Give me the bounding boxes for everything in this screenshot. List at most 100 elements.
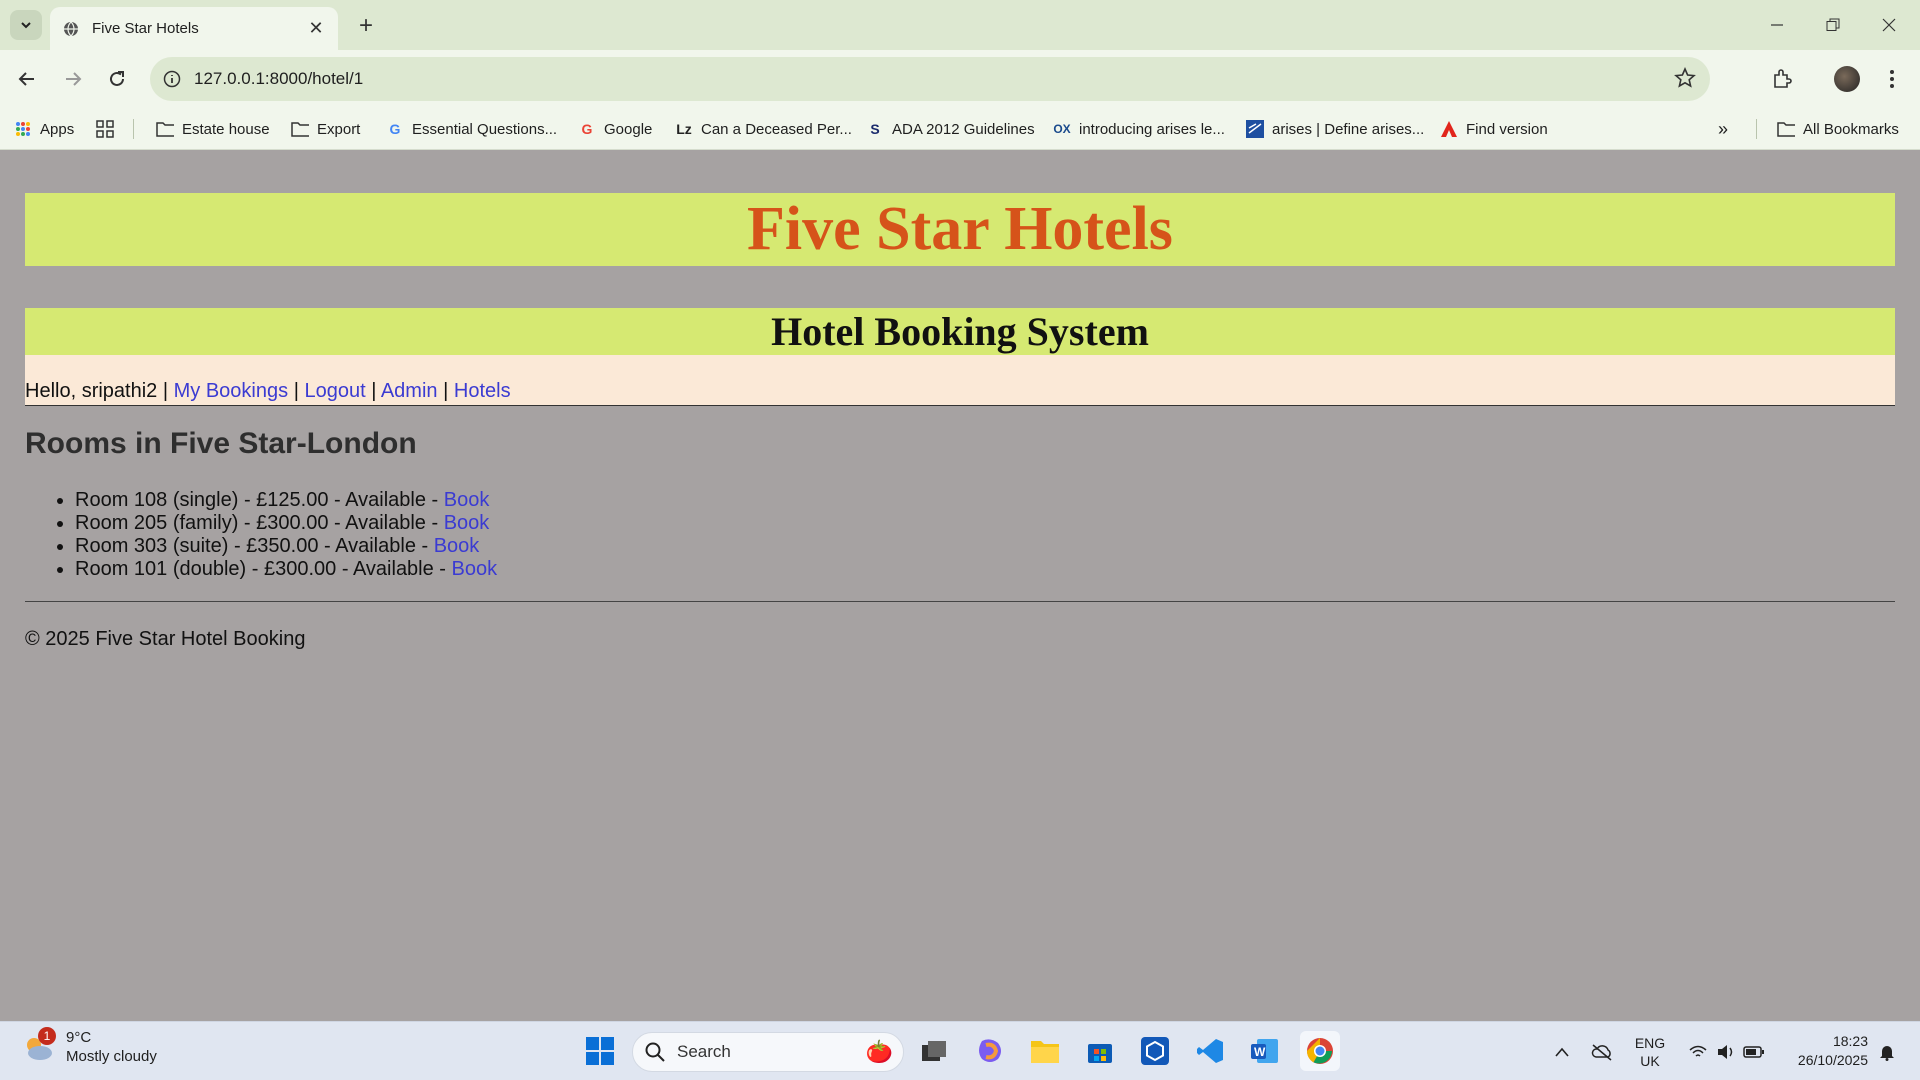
browser-title-bar: Five Star Hotels ✕ + [0, 0, 1920, 50]
restore-button[interactable] [1808, 8, 1858, 42]
search-icon [645, 1042, 665, 1062]
bookmark-ada-guidelines[interactable]: S ADA 2012 Guidelines [866, 108, 1034, 150]
room-list-item: Room 101 (double) - £300.00 - Available … [75, 558, 497, 581]
hotels-link[interactable]: Hotels [454, 380, 511, 402]
volume-icon[interactable] [1712, 1022, 1740, 1080]
word-icon: W [1251, 1039, 1278, 1063]
folder-icon [1031, 1041, 1059, 1063]
bookmark-grid[interactable] [96, 108, 122, 150]
dev-app-button[interactable] [1135, 1031, 1175, 1071]
book-room-108-link[interactable]: Book [444, 489, 490, 511]
bookmarks-bar: Apps Estate house Export G Essential Que… [0, 108, 1920, 150]
ada-icon: S [870, 121, 880, 137]
reload-button[interactable] [100, 62, 134, 96]
clock-time: 18:23 [1832, 1033, 1868, 1049]
weather-badge: 1 [38, 1027, 56, 1045]
logout-link[interactable]: Logout [304, 380, 365, 402]
extensions-button[interactable] [1765, 62, 1799, 96]
bookmark-star-icon[interactable] [1674, 66, 1696, 94]
search-highlight-icon: 🍅 [865, 1039, 893, 1064]
bookmark-separator [133, 119, 134, 139]
url-text: 127.0.0.1:8000/hotel/1 [194, 69, 364, 88]
footer-text: © 2025 Five Star Hotel Booking [25, 628, 306, 650]
profile-avatar[interactable] [1830, 62, 1864, 96]
bookmark-arises-define[interactable]: arises | Define arises... [1246, 108, 1424, 150]
greeting-text: Hello, sripathi2 [25, 380, 158, 402]
store-icon [1088, 1044, 1112, 1063]
language-indicator[interactable]: ENG UK [1630, 1022, 1670, 1080]
user-nav-bar: Hello, sripathi2 | My Bookings | Logout … [25, 355, 1895, 406]
all-bookmarks-button[interactable]: All Bookmarks [1777, 108, 1899, 150]
copilot-button[interactable] [970, 1031, 1010, 1071]
cube-icon [1141, 1037, 1169, 1065]
battery-icon[interactable] [1740, 1022, 1768, 1080]
dictionary-icon [1246, 120, 1264, 138]
tab-title: Five Star Hotels [92, 20, 199, 37]
browser-toolbar: 127.0.0.1:8000/hotel/1 [0, 50, 1920, 108]
bookmark-find-version[interactable]: Find version [1440, 108, 1548, 150]
bookmark-introducing-arises[interactable]: OX introducing arises le... [1053, 108, 1225, 150]
puzzle-icon [1774, 69, 1792, 88]
bookmark-export[interactable]: Export [291, 108, 360, 150]
weather-widget[interactable]: 1 9°C Mostly cloudy [20, 1027, 157, 1066]
back-button[interactable] [10, 62, 44, 96]
bookmark-google[interactable]: G Google [578, 108, 653, 150]
folder-icon [291, 120, 309, 138]
google-icon: G [581, 121, 593, 137]
notifications-icon[interactable] [1872, 1022, 1902, 1080]
vscode-icon [1197, 1039, 1223, 1063]
system-banner: Hotel Booking System [25, 308, 1895, 355]
task-view-icon [922, 1041, 946, 1061]
rooms-heading: Rooms in Five Star-London [25, 427, 417, 460]
address-bar[interactable]: 127.0.0.1:8000/hotel/1 [150, 57, 1710, 101]
taskbar-search-box[interactable]: Search 🍅 [632, 1032, 904, 1072]
bookmark-apps[interactable]: Apps [14, 108, 74, 150]
start-button[interactable] [580, 1031, 620, 1071]
site-info-icon[interactable] [150, 70, 194, 88]
close-tab-icon[interactable]: ✕ [306, 18, 326, 39]
room-list-item: Room 303 (suite) - £350.00 - Available -… [75, 535, 497, 558]
ox-icon: OX [1053, 122, 1071, 136]
show-hidden-icons-button[interactable] [1548, 1022, 1576, 1080]
chevron-up-icon [1555, 1047, 1569, 1057]
site-title: Five Star Hotels [747, 195, 1173, 263]
taskbar-clock[interactable]: 18:23 26/10/2025 [1798, 1032, 1868, 1070]
book-room-205-link[interactable]: Book [444, 512, 490, 534]
browser-menu-button[interactable] [1875, 62, 1909, 96]
bookmark-can-a-deceased[interactable]: Lz Can a Deceased Per... [675, 108, 852, 150]
wifi-icon[interactable] [1684, 1022, 1712, 1080]
tab-search-button[interactable] [10, 10, 42, 40]
new-tab-button[interactable]: + [352, 12, 380, 40]
globe-icon [62, 20, 80, 38]
lz-icon: Lz [676, 121, 692, 137]
adobe-icon [1440, 120, 1458, 138]
onedrive-status-icon[interactable] [1588, 1022, 1616, 1080]
browser-tab-active[interactable]: Five Star Hotels ✕ [50, 7, 338, 50]
book-room-303-link[interactable]: Book [434, 535, 480, 557]
book-room-101-link[interactable]: Book [452, 558, 498, 580]
svg-text:W: W [1254, 1045, 1266, 1059]
room-list: Room 108 (single) - £125.00 - Available … [75, 489, 497, 581]
my-bookings-link[interactable]: My Bookings [174, 380, 289, 402]
bookmark-essential-questions[interactable]: G Essential Questions... [386, 108, 558, 150]
minimize-icon [1771, 24, 1783, 26]
chrome-icon [1306, 1038, 1333, 1064]
avatar [1834, 66, 1860, 92]
word-button[interactable]: W [1245, 1031, 1285, 1071]
weather-temp: 9°C [66, 1029, 92, 1046]
admin-link[interactable]: Admin [381, 380, 438, 402]
weather-cloud-icon: 1 [20, 1027, 56, 1065]
task-view-button[interactable] [914, 1031, 954, 1071]
vscode-button[interactable] [1190, 1031, 1230, 1071]
microsoft-store-button[interactable] [1080, 1031, 1120, 1071]
minimize-button[interactable] [1752, 8, 1802, 42]
forward-button[interactable] [56, 62, 90, 96]
more-bookmarks-icon[interactable]: » [1718, 108, 1728, 150]
chrome-button[interactable] [1300, 1031, 1340, 1071]
bookmark-separator [1756, 119, 1757, 139]
clock-date: 26/10/2025 [1797, 1052, 1868, 1068]
arrow-right-icon [66, 72, 82, 86]
file-explorer-button[interactable] [1025, 1031, 1065, 1071]
bookmark-estate-house[interactable]: Estate house [156, 108, 270, 150]
close-window-button[interactable] [1864, 8, 1914, 42]
